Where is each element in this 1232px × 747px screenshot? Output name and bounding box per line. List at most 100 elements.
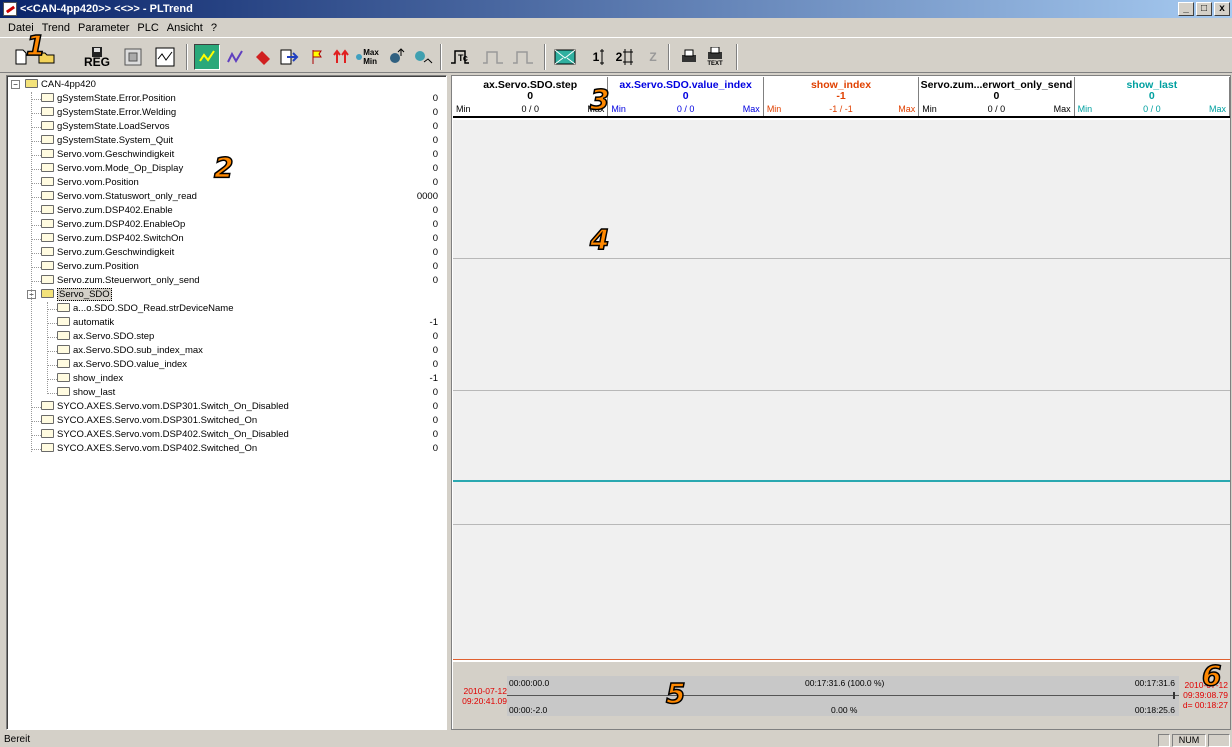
channel-4[interactable]: Servo.zum...erwort_only_send 0 Min 0 / 0 Max bbox=[919, 77, 1075, 116]
tree-item[interactable]: SYCO.AXES.Servo.vom.DSP301.Switch_On_Dis… bbox=[41, 400, 289, 414]
trigger-icon[interactable]: Tc bbox=[448, 44, 474, 70]
folder-icon bbox=[41, 401, 54, 410]
print-text-icon[interactable]: TEXT bbox=[702, 44, 728, 70]
folder-icon bbox=[41, 163, 54, 172]
channel-3[interactable]: show_index -1 Min -1 / -1 Max bbox=[764, 77, 920, 116]
menu-plc[interactable]: PLC bbox=[133, 20, 162, 36]
maxmin-icon[interactable]: Max Min bbox=[354, 44, 380, 70]
tree-item-label: Servo.vom.Mode_Op_Display bbox=[57, 163, 184, 174]
trend-active-icon[interactable] bbox=[194, 44, 220, 70]
tree-item[interactable]: Servo_SDO bbox=[41, 288, 112, 302]
tree-item[interactable]: Servo.zum.Position bbox=[41, 260, 139, 274]
time-slider[interactable] bbox=[507, 692, 1179, 699]
channel-1[interactable]: ax.Servo.SDO.step 0 Min 0 / 0 Max bbox=[453, 77, 609, 116]
folder-icon bbox=[41, 415, 54, 424]
flag-icon[interactable] bbox=[304, 44, 330, 70]
tree-item[interactable]: Servo.zum.DSP402.EnableOp bbox=[41, 218, 185, 232]
tree-item[interactable]: CAN-4pp420 bbox=[25, 78, 96, 92]
tree-item[interactable]: Servo.vom.Geschwindigkeit bbox=[41, 148, 174, 162]
tree-item-label: gSystemState.System_Quit bbox=[57, 135, 174, 146]
collapse-toggle-icon[interactable]: − bbox=[11, 80, 20, 89]
tree-connector bbox=[31, 225, 41, 226]
tree-item[interactable]: show_index bbox=[57, 372, 123, 386]
tree-item[interactable]: Servo.vom.Mode_Op_Display bbox=[41, 162, 183, 176]
tree-item[interactable]: a...o.SDO.SDO_Read.strDeviceName bbox=[57, 302, 234, 316]
tree-item[interactable]: SYCO.AXES.Servo.vom.DSP402.Switch_On_Dis… bbox=[41, 428, 289, 442]
tree-item[interactable]: Servo.zum.DSP402.SwitchOn bbox=[41, 232, 184, 246]
maxmin-label: Max Min bbox=[363, 48, 379, 66]
tree-item[interactable]: Servo.vom.Statuswort_only_read bbox=[41, 190, 197, 204]
folder-icon bbox=[57, 359, 70, 368]
tree-item[interactable]: ax.Servo.SDO.value_index bbox=[57, 358, 187, 372]
plot-area[interactable] bbox=[453, 120, 1230, 660]
callout-2: 2 bbox=[213, 151, 234, 184]
tree-item-label: automatik bbox=[73, 317, 115, 328]
one-icon[interactable]: 1 bbox=[586, 44, 612, 70]
pulse-icon bbox=[480, 44, 506, 70]
time-bar: 2010-07-12 09:20:41.09 00:00:00.0 00:00:-… bbox=[453, 662, 1230, 729]
reg-label: REG bbox=[84, 54, 111, 69]
tree-connector bbox=[31, 267, 41, 268]
tree-item-value: 0 bbox=[432, 177, 438, 188]
arrows-icon[interactable] bbox=[328, 44, 354, 70]
tree-item-value: 0 bbox=[432, 261, 438, 272]
tree-item[interactable]: gSystemState.Error.Position bbox=[41, 92, 176, 106]
channel-5[interactable]: show_last 0 Min 0 / 0 Max bbox=[1075, 77, 1231, 116]
close-button[interactable]: x bbox=[1214, 2, 1230, 16]
config-icon[interactable] bbox=[250, 44, 276, 70]
tree-item[interactable]: gSystemState.System_Quit bbox=[41, 134, 173, 148]
signal-line-show-index bbox=[453, 659, 1230, 660]
two-icon[interactable]: 2 bbox=[612, 44, 638, 70]
tree-item[interactable]: gSystemState.Error.Welding bbox=[41, 106, 176, 120]
menu-help[interactable]: ? bbox=[207, 20, 221, 36]
folder-icon bbox=[41, 107, 54, 116]
menu-ansicht[interactable]: Ansicht bbox=[163, 20, 207, 36]
menu-parameter[interactable]: Parameter bbox=[74, 20, 133, 36]
tree-item[interactable]: gSystemState.LoadServos bbox=[41, 120, 169, 134]
grid-icon[interactable] bbox=[120, 44, 146, 70]
tree-item-value: -1 bbox=[429, 317, 438, 328]
tree-item[interactable]: SYCO.AXES.Servo.vom.DSP301.Switched_On bbox=[41, 414, 257, 428]
tree-item[interactable]: ax.Servo.SDO.sub_index_max bbox=[57, 344, 203, 358]
zoom-reset-icon[interactable] bbox=[410, 44, 436, 70]
tree-item[interactable]: Servo.zum.Steuerwort_only_send bbox=[41, 274, 200, 288]
tree-item-value: 0 bbox=[432, 345, 438, 356]
mail-icon[interactable] bbox=[552, 44, 578, 70]
trend-edit-icon[interactable] bbox=[222, 44, 248, 70]
time-end-bottom: 00:18:25.6 bbox=[1134, 705, 1175, 715]
window-icon[interactable] bbox=[152, 44, 178, 70]
start-date: 2010-07-12 bbox=[463, 686, 507, 696]
time-scroll-area[interactable]: 00:00:00.0 00:00:-2.0 00:17:31.6 (100.0 … bbox=[507, 676, 1179, 716]
maximize-button[interactable]: □ bbox=[1196, 2, 1212, 16]
tree-connector bbox=[47, 337, 57, 338]
tree-item-label: Servo_SDO bbox=[57, 288, 112, 301]
text-label: TEXT bbox=[707, 60, 723, 67]
tree-item-label: SYCO.AXES.Servo.vom.DSP301.Switch_On_Dis… bbox=[57, 401, 289, 412]
channel-value: 0 bbox=[682, 90, 689, 102]
tree-item[interactable]: Servo.vom.Position bbox=[41, 176, 139, 190]
tree-item[interactable]: ax.Servo.SDO.step bbox=[57, 330, 154, 344]
save-reg-icon[interactable]: REG bbox=[84, 44, 110, 70]
tree-item-label: Servo.zum.Geschwindigkeit bbox=[57, 247, 175, 258]
tree-connector bbox=[31, 449, 41, 450]
zoom-icon[interactable] bbox=[384, 44, 410, 70]
tree-item-label: Servo.zum.DSP402.SwitchOn bbox=[57, 233, 184, 244]
num-lock-indicator: NUM bbox=[1172, 734, 1206, 747]
export-icon[interactable] bbox=[276, 44, 302, 70]
channel-2[interactable]: ax.Servo.SDO.value_index 0 Min 0 / 0 Max bbox=[608, 77, 764, 116]
print-icon[interactable] bbox=[676, 44, 702, 70]
tree-item[interactable]: show_last bbox=[57, 386, 115, 400]
status-bar: Bereit NUM bbox=[0, 733, 1232, 747]
tree-item[interactable]: SYCO.AXES.Servo.vom.DSP402.Switched_On bbox=[41, 442, 257, 456]
tree-item[interactable]: Servo.zum.Geschwindigkeit bbox=[41, 246, 174, 260]
tree-item[interactable]: Servo.zum.DSP402.Enable bbox=[41, 204, 173, 218]
slider-thumb[interactable] bbox=[1172, 692, 1175, 699]
folder-icon bbox=[41, 261, 54, 270]
folder-icon bbox=[41, 205, 54, 214]
callout-6: 6 bbox=[1201, 659, 1222, 692]
app-icon bbox=[3, 2, 17, 16]
channel-range: 0 / 0 bbox=[521, 104, 539, 114]
tree-item[interactable]: automatik bbox=[57, 316, 114, 330]
tree-connector bbox=[31, 239, 41, 240]
minimize-button[interactable]: _ bbox=[1178, 2, 1194, 16]
